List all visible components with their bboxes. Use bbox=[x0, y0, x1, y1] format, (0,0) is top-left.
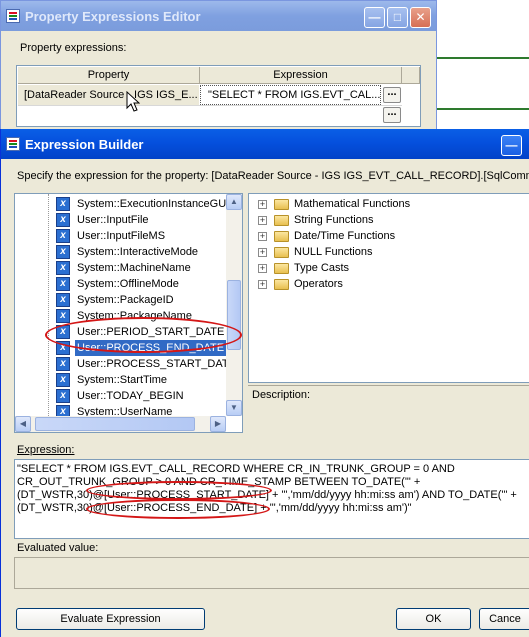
expression-line: (DT_WSTR,30)@[User::PROCESS_START_DATE] … bbox=[17, 489, 517, 501]
variables-tree[interactable]: x System::ExecutionInstanceGUI x User::I… bbox=[14, 193, 243, 433]
expand-icon[interactable]: + bbox=[258, 216, 267, 225]
function-folder-item[interactable]: + Mathematical Functions bbox=[249, 196, 529, 212]
variable-item[interactable]: x System::ExecutionInstanceGUI bbox=[15, 196, 229, 212]
folder-icon bbox=[274, 247, 289, 258]
variable-icon: x bbox=[56, 389, 70, 403]
minimize-button[interactable]: — bbox=[364, 7, 385, 28]
expression-line: (DT_WSTR,30)@[User::PROCESS_END_DATE] + … bbox=[17, 502, 412, 514]
title-bar[interactable]: Property Expressions Editor — □ ✕ bbox=[1, 1, 436, 31]
minimize-button[interactable]: — bbox=[501, 135, 522, 156]
scroll-down-arrow-icon[interactable]: ▼ bbox=[226, 400, 242, 416]
property-expressions-grid[interactable]: Property Expression [DataReader Source -… bbox=[16, 65, 421, 127]
scroll-thumb[interactable] bbox=[227, 280, 241, 350]
variable-item[interactable]: x User::PROCESS_START_DAT bbox=[15, 356, 229, 372]
new-row-ellipsis-button[interactable]: ... bbox=[383, 107, 401, 123]
variable-icon: x bbox=[56, 197, 70, 211]
variable-icon: x bbox=[56, 341, 70, 355]
scroll-thumb[interactable] bbox=[35, 417, 195, 431]
function-folder-item[interactable]: + NULL Functions bbox=[249, 244, 529, 260]
diagram-connector-line bbox=[437, 57, 529, 59]
expand-icon[interactable]: + bbox=[258, 280, 267, 289]
variable-icon: x bbox=[56, 293, 70, 307]
expand-icon[interactable]: + bbox=[258, 200, 267, 209]
property-expressions-label: Property expressions: bbox=[20, 42, 127, 54]
variable-item[interactable]: x System::StartTime bbox=[15, 372, 227, 388]
variable-item[interactable]: x System::OfflineMode bbox=[15, 276, 227, 292]
title-bar[interactable]: Expression Builder — bbox=[1, 129, 529, 159]
variable-item[interactable]: x System::UserName bbox=[15, 404, 227, 416]
expression-line: CR_OUT_TRUNK_GROUP > 0 AND CR_TIME_STAMP… bbox=[17, 476, 421, 488]
function-folder-item[interactable]: + String Functions bbox=[249, 212, 529, 228]
expression-line: "SELECT * FROM IGS.EVT_CALL_RECORD WHERE… bbox=[17, 463, 455, 475]
variable-item[interactable]: x System::MachineName bbox=[15, 260, 227, 276]
evaluate-expression-button[interactable]: Evaluate Expression bbox=[16, 608, 205, 630]
variable-item[interactable]: x User::TODAY_BEGIN bbox=[15, 388, 227, 404]
variable-icon: x bbox=[56, 245, 70, 259]
folder-icon bbox=[274, 215, 289, 226]
variable-icon: x bbox=[56, 357, 70, 371]
ok-button[interactable]: OK bbox=[396, 608, 471, 630]
description-label: Description: bbox=[252, 389, 311, 401]
column-header-spacer bbox=[402, 67, 420, 84]
scroll-up-arrow-icon[interactable]: ▲ bbox=[226, 194, 242, 210]
folder-icon bbox=[274, 263, 289, 274]
folder-icon bbox=[274, 279, 289, 290]
variable-icon: x bbox=[56, 325, 70, 339]
functions-tree[interactable]: + Mathematical Functions + String Functi… bbox=[248, 193, 529, 383]
variable-item[interactable]: x System::InteractiveMode bbox=[15, 244, 227, 260]
variable-item-selected[interactable]: x User::PROCESS_END_DATE bbox=[15, 340, 227, 356]
variable-item[interactable]: x System::PackageID bbox=[15, 292, 227, 308]
property-cell[interactable]: [DataReader Source - IGS IGS_E... bbox=[18, 85, 199, 105]
expression-label: Expression: bbox=[17, 444, 74, 456]
expression-label-text: Expression: bbox=[17, 444, 75, 456]
evaluated-value-label: Evaluated value: bbox=[17, 542, 99, 554]
window-title: Property Expressions Editor bbox=[25, 9, 201, 24]
variable-item[interactable]: x System::PackageName bbox=[15, 308, 227, 324]
variable-item[interactable]: x User::InputFile bbox=[15, 212, 227, 228]
column-header-property[interactable]: Property bbox=[18, 67, 200, 84]
diagram-connector-line bbox=[437, 108, 529, 110]
property-expressions-editor-window: Property Expressions Editor — □ ✕ Proper… bbox=[0, 0, 437, 132]
app-icon bbox=[6, 137, 20, 151]
variable-item[interactable]: x User::InputFileMS bbox=[15, 228, 227, 244]
description-panel: Description: bbox=[248, 385, 529, 433]
app-icon bbox=[6, 9, 20, 23]
instruction-text: Specify the expression for the property:… bbox=[17, 170, 529, 182]
variable-icon: x bbox=[56, 405, 70, 416]
maximize-button[interactable]: □ bbox=[387, 7, 408, 28]
close-button[interactable]: ✕ bbox=[410, 7, 431, 28]
variable-icon: x bbox=[56, 261, 70, 275]
function-folder-item[interactable]: + Date/Time Functions bbox=[249, 228, 529, 244]
window-title: Expression Builder bbox=[25, 137, 144, 152]
variables-vertical-scrollbar[interactable]: ▲ ▼ bbox=[226, 194, 242, 416]
variable-item[interactable]: x User::PERIOD_START_DATE bbox=[15, 324, 227, 340]
function-folder-item[interactable]: + Type Casts bbox=[249, 260, 529, 276]
grid-row-divider bbox=[18, 105, 402, 106]
variable-icon: x bbox=[56, 373, 70, 387]
expression-cell[interactable]: "SELECT * FROM IGS.EVT_CAL... bbox=[202, 85, 380, 105]
expand-icon[interactable]: + bbox=[258, 232, 267, 241]
mouse-cursor-icon bbox=[126, 91, 140, 112]
scroll-right-arrow-icon[interactable]: ▶ bbox=[210, 416, 226, 432]
cancel-button[interactable]: Cance bbox=[479, 608, 529, 630]
folder-icon bbox=[274, 199, 289, 210]
expression-builder-window: Expression Builder — Specify the express… bbox=[0, 129, 529, 637]
variable-icon: x bbox=[56, 309, 70, 323]
variable-icon: x bbox=[56, 213, 70, 227]
expression-ellipsis-button[interactable]: ... bbox=[383, 87, 401, 103]
variables-horizontal-scrollbar[interactable]: ◀ ▶ bbox=[15, 416, 226, 432]
scroll-left-arrow-icon[interactable]: ◀ bbox=[15, 416, 31, 432]
expression-textbox[interactable]: "SELECT * FROM IGS.EVT_CALL_RECORD WHERE… bbox=[14, 459, 529, 539]
variable-icon: x bbox=[56, 277, 70, 291]
variable-icon: x bbox=[56, 229, 70, 243]
column-header-expression[interactable]: Expression bbox=[200, 67, 402, 84]
function-folder-item[interactable]: + Operators bbox=[249, 276, 529, 292]
expand-icon[interactable]: + bbox=[258, 248, 267, 257]
evaluated-value-box bbox=[14, 557, 529, 589]
folder-icon bbox=[274, 231, 289, 242]
expand-icon[interactable]: + bbox=[258, 264, 267, 273]
